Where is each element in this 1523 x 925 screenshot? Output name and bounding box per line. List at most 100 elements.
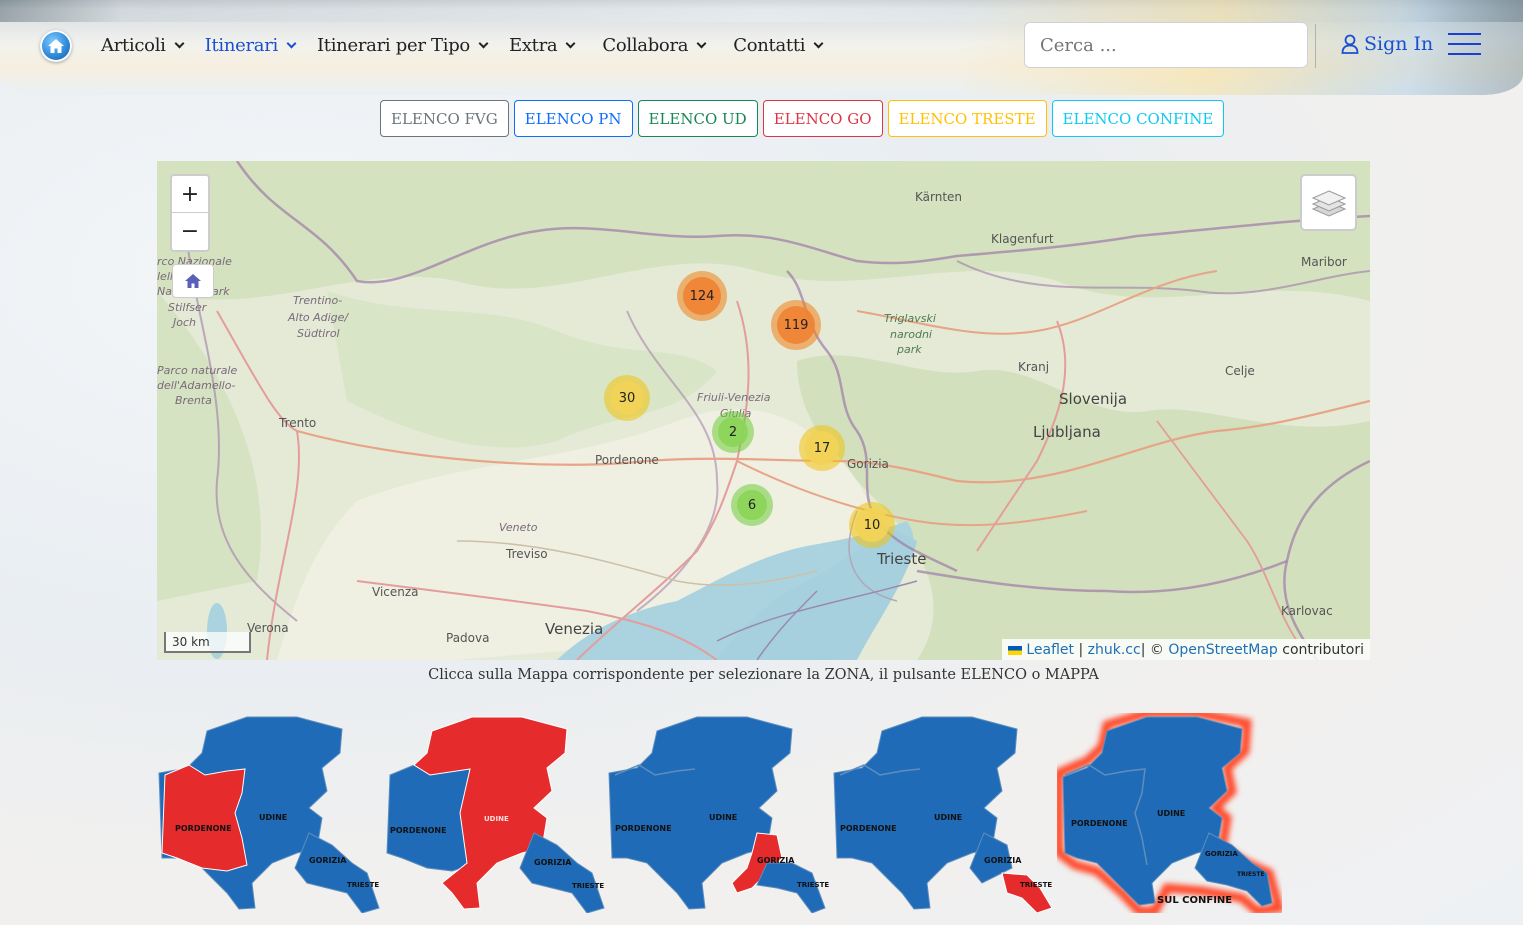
- map-cluster[interactable]: 30: [604, 375, 650, 421]
- region-map-gorizia[interactable]: PORDENONE UDINE GORIZIA TRIESTE: [607, 713, 832, 914]
- elenco-go-button[interactable]: ELENCO GO: [762, 100, 883, 137]
- nav-itinerari-label: Itinerari: [204, 34, 279, 56]
- region-label-udine: UDINE: [259, 813, 287, 822]
- elenco-trieste-button[interactable]: ELENCO TRESTE: [887, 100, 1047, 137]
- map-cluster[interactable]: 119: [771, 300, 821, 350]
- map-attribution: Leaflet | zhuk.cc | © OpenStreetMap cont…: [1002, 639, 1370, 660]
- region-map-udine[interactable]: PORDENONE UDINE GORIZIA TRIESTE: [382, 713, 607, 914]
- elenco-fvg-button[interactable]: ELENCO FVG: [380, 100, 509, 137]
- map-cluster[interactable]: 2: [712, 411, 754, 453]
- elenco-pn-button[interactable]: ELENCO PN: [513, 100, 633, 137]
- chevron-down-icon: [813, 38, 824, 48]
- layers-control-button[interactable]: [1300, 174, 1357, 231]
- region-label-gorizia: GORIZIA: [309, 856, 347, 865]
- nav-articoli-label: Articoli: [101, 34, 166, 56]
- layers-icon: [1311, 189, 1346, 217]
- attribution-sep-1: |: [1074, 642, 1088, 658]
- region-label-udine: UDINE: [1157, 809, 1185, 818]
- map-label-stilfser-2: Joch: [173, 316, 196, 329]
- region-label-trieste: TRIESTE: [797, 881, 829, 889]
- nav-contatti-label: Contatti: [733, 34, 806, 56]
- zoom-out-button[interactable]: −: [172, 213, 208, 250]
- map-label-kranj: Kranj: [1018, 360, 1050, 374]
- elenco-button-row: ELENCO FVG ELENCO PN ELENCO UD ELENCO GO…: [380, 100, 1229, 137]
- nav-collabora-label: Collabora: [602, 34, 689, 56]
- sign-in-link[interactable]: Sign In: [1341, 30, 1433, 58]
- nav-extra-label: Extra: [508, 34, 558, 56]
- region-label-pordenone: PORDENONE: [390, 826, 447, 835]
- nav-itinerari[interactable]: Itinerari: [204, 30, 297, 60]
- map-cluster[interactable]: 6: [731, 484, 773, 526]
- nav-itinerari-per-tipo[interactable]: Itinerari per Tipo: [316, 30, 489, 60]
- map-label-karnten: Kärnten: [915, 190, 963, 204]
- region-label-gorizia: GORIZIA: [1205, 850, 1238, 858]
- attribution-sep-2: | ©: [1140, 642, 1169, 658]
- search-input[interactable]: [1024, 22, 1308, 68]
- map-cluster-count: 2: [718, 417, 748, 447]
- region-map-pordenone[interactable]: PORDENONE UDINE GORIZIA TRIESTE: [157, 713, 382, 914]
- region-label-gorizia: GORIZIA: [984, 856, 1022, 865]
- nav-extra[interactable]: Extra: [508, 30, 576, 60]
- leaflet-map[interactable]: Kärnten Klagenfurt Maribor rco Nazionale…: [157, 161, 1370, 660]
- map-label-adamello-3: Brenta: [175, 394, 212, 407]
- map-tiles: [157, 161, 1370, 660]
- zhuk-link[interactable]: zhuk.cc: [1088, 642, 1141, 658]
- map-label-karlovac: Karlovac: [1281, 604, 1333, 618]
- map-cluster[interactable]: 124: [677, 271, 727, 321]
- region-label-pordenone: PORDENONE: [840, 824, 897, 833]
- map-label-verona: Verona: [247, 621, 289, 635]
- zoom-in-button[interactable]: +: [172, 176, 208, 213]
- attribution-contrib: contributori: [1277, 642, 1364, 658]
- region-label-trieste: TRIESTE: [347, 881, 379, 889]
- map-label-gorizia: Gorizia: [847, 457, 889, 471]
- nav-collabora[interactable]: Collabora: [602, 30, 707, 60]
- map-label-triglav-3: park: [897, 343, 922, 356]
- map-cluster[interactable]: 17: [799, 425, 845, 471]
- map-label-maribor: Maribor: [1301, 255, 1347, 269]
- nav-contatti[interactable]: Contatti: [733, 30, 824, 60]
- leaflet-link[interactable]: Leaflet: [1026, 642, 1074, 658]
- map-cluster-count: 17: [805, 431, 839, 465]
- map-label-triglav-2: narodni: [890, 328, 932, 341]
- openstreetmap-link[interactable]: OpenStreetMap: [1168, 642, 1277, 658]
- nav-articoli[interactable]: Articoli: [101, 30, 185, 60]
- region-label-trieste: TRIESTE: [572, 882, 604, 890]
- map-cluster-count: 30: [610, 381, 644, 415]
- map-label-trento: Trento: [279, 416, 317, 430]
- map-cluster-count: 6: [737, 490, 767, 520]
- map-label-veneto: Veneto: [499, 521, 538, 534]
- home-icon: [185, 274, 201, 288]
- elenco-confine-button[interactable]: ELENCO CONFINE: [1051, 100, 1225, 137]
- region-label-gorizia: GORIZIA: [534, 858, 572, 867]
- ukraine-flag-icon: [1008, 645, 1023, 655]
- map-home-button[interactable]: [172, 264, 214, 298]
- home-logo-icon[interactable]: [40, 30, 72, 62]
- nav-itinerari-per-tipo-label: Itinerari per Tipo: [316, 34, 470, 56]
- region-label-pordenone: PORDENONE: [1071, 819, 1128, 828]
- region-map-row: PORDENONE UDINE GORIZIA TRIESTE PORDENON…: [157, 708, 1287, 916]
- elenco-ud-button[interactable]: ELENCO UD: [637, 100, 758, 137]
- region-label-udine: UDINE: [934, 813, 962, 822]
- site-header: Articoli Itinerari Itinerari per Tipo Ex…: [0, 0, 1523, 95]
- region-map-trieste[interactable]: PORDENONE UDINE GORIZIA TRIESTE: [832, 713, 1057, 914]
- region-label-udine: UDINE: [484, 815, 509, 823]
- region-label-gorizia: GORIZIA: [757, 856, 795, 865]
- zoom-control: + −: [170, 174, 210, 252]
- map-label-venezia: Venezia: [545, 620, 604, 638]
- region-label-pordenone: PORDENONE: [175, 824, 232, 833]
- map-label-pordenone: Pordenone: [595, 453, 659, 467]
- map-label-trentino-3: Südtirol: [297, 327, 340, 340]
- map-label-treviso: Treviso: [506, 547, 548, 561]
- map-scale: 30 km: [164, 632, 251, 653]
- map-label-adamello-2: dell'Adamello-: [157, 379, 236, 392]
- region-map-sul-confine[interactable]: PORDENONE UDINE GORIZIA TRIESTE SUL CONF…: [1054, 708, 1285, 916]
- chevron-down-icon: [565, 38, 576, 48]
- map-cluster[interactable]: 10: [849, 502, 895, 548]
- region-label-pordenone: PORDENONE: [615, 824, 672, 833]
- map-label-triglav-1: Triglavski: [884, 312, 936, 325]
- map-label-slovenija: Slovenija: [1059, 390, 1128, 408]
- map-label-celje: Celje: [1225, 364, 1255, 378]
- hamburger-menu-icon[interactable]: [1448, 33, 1481, 55]
- main-nav: Articoli Itinerari Itinerari per Tipo Ex…: [101, 30, 844, 60]
- map-cluster-count: 10: [855, 508, 889, 542]
